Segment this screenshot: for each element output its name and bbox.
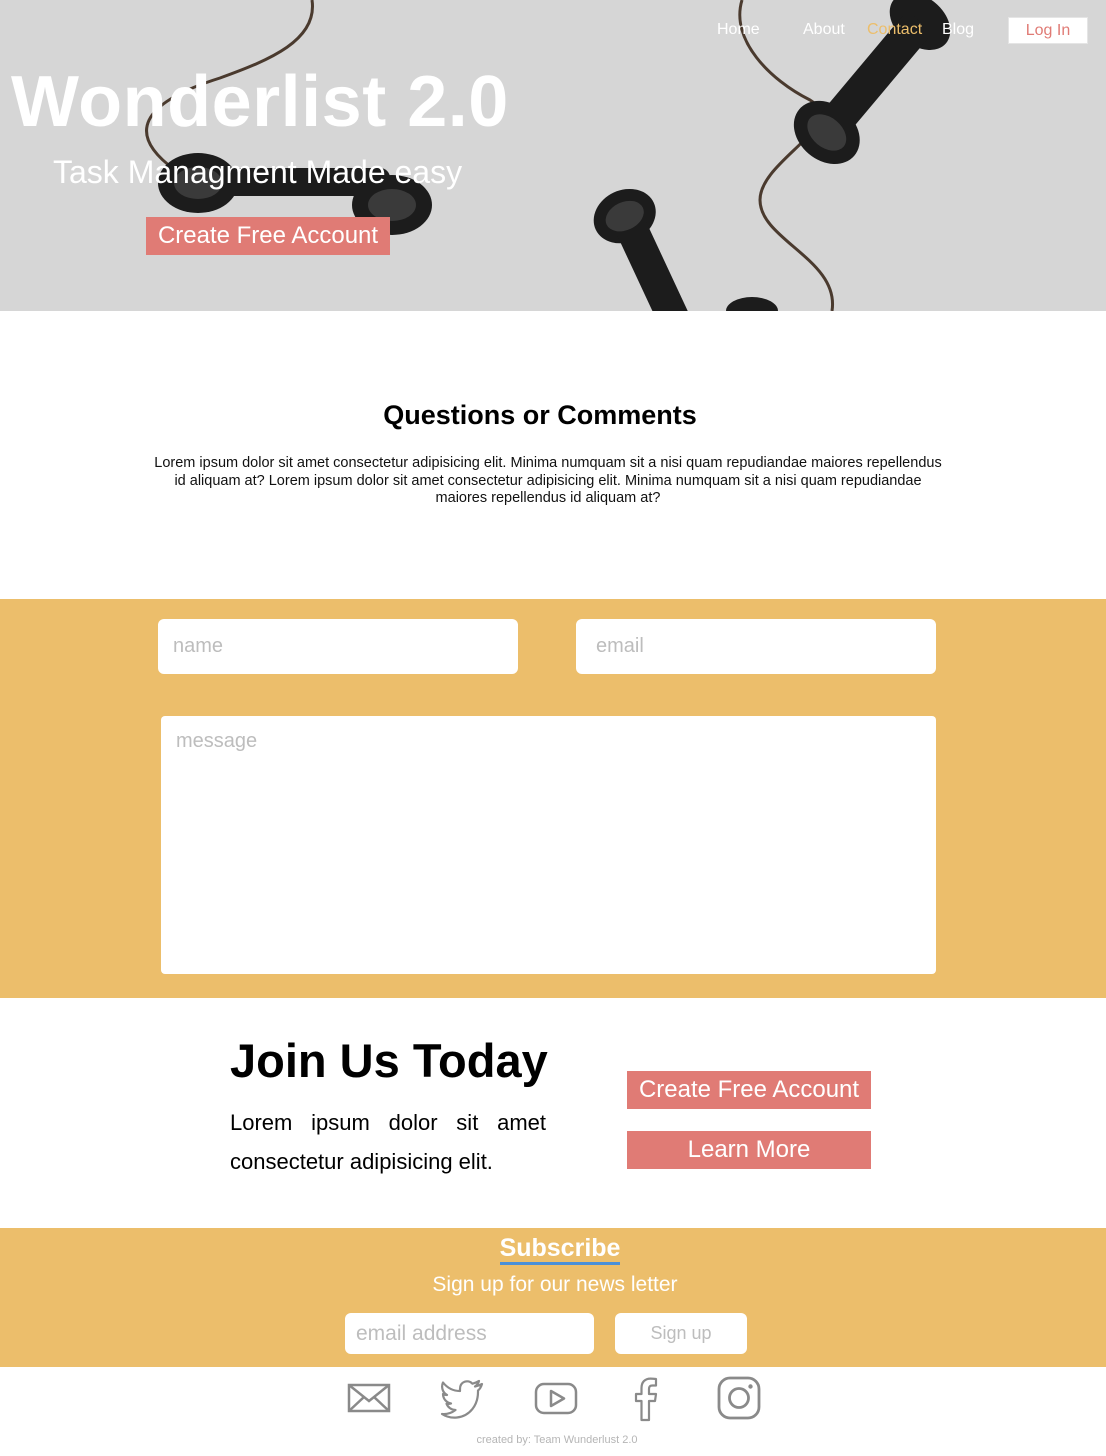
email-input[interactable]: [576, 619, 936, 674]
contact-form: [0, 599, 1106, 998]
subscribe-title-text: Subscribe: [499, 1234, 621, 1265]
hero-title: Wonderlist 2.0: [11, 62, 509, 142]
instagram-icon[interactable]: [715, 1374, 763, 1422]
join-title: Join Us Today: [230, 1034, 548, 1087]
learn-more-button[interactable]: Learn More: [627, 1131, 871, 1169]
nav-link-contact[interactable]: Contact: [867, 21, 922, 39]
questions-body: Lorem ipsum dolor sit amet consectetur a…: [154, 455, 942, 506]
subscribe-email-input[interactable]: [345, 1313, 594, 1354]
questions-title: Questions or Comments: [383, 400, 697, 430]
name-input[interactable]: [158, 619, 518, 674]
subscribe-text: Sign up for our news letter: [432, 1273, 678, 1296]
login-button[interactable]: Log In: [1008, 17, 1088, 44]
youtube-icon[interactable]: [532, 1374, 580, 1422]
message-textarea[interactable]: [161, 716, 936, 974]
nav-link-home[interactable]: Home: [717, 21, 760, 39]
subscribe-section: Subscribe Sign up for our news letter Si…: [0, 1228, 1106, 1367]
hero-subtitle: Task Managment Made easy: [53, 154, 463, 190]
main-nav: Home About Contact Blog: [0, 17, 1106, 45]
mail-icon[interactable]: [345, 1374, 393, 1422]
footer-credit: created by: Team Wunderlust 2.0: [476, 1434, 638, 1446]
subscribe-title: Subscribe: [0, 1234, 1106, 1265]
join-create-account-button[interactable]: Create Free Account: [627, 1071, 871, 1109]
facebook-icon[interactable]: [622, 1374, 670, 1422]
hero-create-account-button[interactable]: Create Free Account: [146, 217, 390, 255]
twitter-icon[interactable]: [438, 1374, 486, 1422]
nav-link-blog[interactable]: Blog: [942, 21, 974, 39]
nav-link-about[interactable]: About: [803, 21, 845, 39]
join-text: Lorem ipsum dolor sit amet consectetur a…: [230, 1110, 546, 1174]
hero-section: Home About Contact Blog Log In Wonderlis…: [0, 0, 1106, 311]
signup-button[interactable]: Sign up: [615, 1313, 747, 1354]
